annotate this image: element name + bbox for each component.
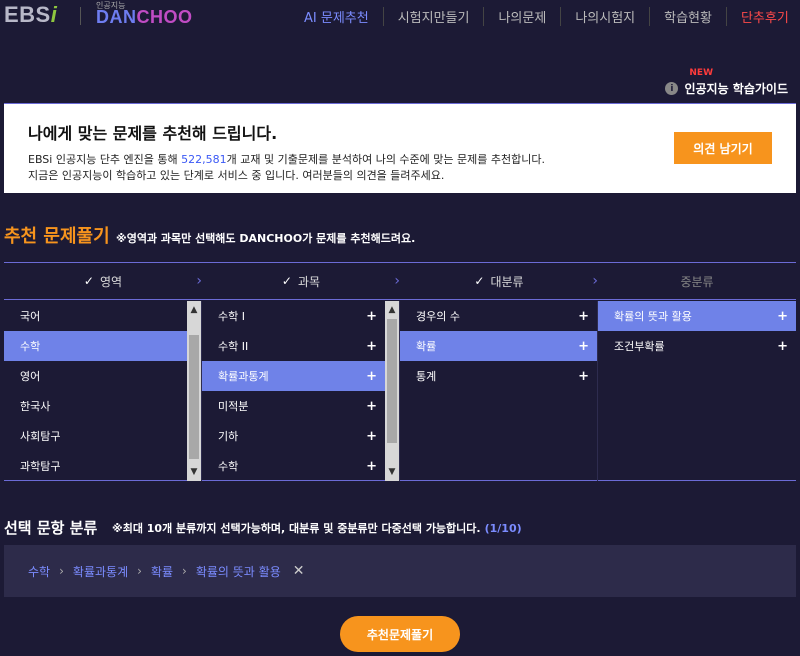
list-item[interactable]: 조건부확률 +	[598, 331, 796, 361]
plus-icon[interactable]: +	[366, 369, 377, 384]
nav-ai-recommend[interactable]: AI 문제추천	[290, 7, 383, 26]
ai-learning-guide-link[interactable]: i 인공지능 학습가이드	[665, 80, 788, 97]
list-item[interactable]: 영어	[4, 361, 187, 391]
list-item[interactable]: 기하 +	[202, 421, 385, 451]
selected-path: 수학 › 확률과통계 › 확률 › 확률의 뜻과 활용 ✕	[4, 545, 796, 597]
danchoo-logo[interactable]: DANCHOO	[96, 7, 193, 28]
minor-list: 확률의 뜻과 활용 + 조건부확률 +	[598, 301, 796, 481]
list-item[interactable]: 한국사	[4, 391, 187, 421]
area-list: 국어 수학 영어 한국사 사회탐구 과학탐구 ▲ ▼	[4, 301, 202, 481]
list-item[interactable]: 수학 +	[202, 451, 385, 481]
selected-note: ※최대 10개 분류까지 선택가능하며, 대분류 및 중분류만 다중선택 가능합…	[112, 522, 522, 535]
main-nav: AI 문제추천 시험지만들기 나의문제 나의시험지 학습현황 단추후기	[290, 6, 800, 26]
list-item[interactable]: 수학	[4, 331, 187, 361]
breadcrumb-item: 수학	[28, 564, 51, 579]
banner-notice: 지금은 인공지능이 학습하고 있는 단계로 서비스 중 입니다. 여러분들의 의…	[28, 169, 445, 182]
list-item[interactable]: 통계 +	[400, 361, 597, 391]
chevron-right-icon: ›	[137, 564, 142, 578]
chevron-right-icon: ›	[59, 564, 64, 578]
scroll-down-icon[interactable]: ▼	[187, 465, 201, 479]
list-item[interactable]: 확률 +	[400, 331, 597, 361]
list-item[interactable]: 경우의 수 +	[400, 301, 597, 331]
solve-recommended-button[interactable]: 추천문제풀기	[340, 616, 460, 652]
list-item[interactable]: 사회탐구	[4, 421, 187, 451]
plus-icon[interactable]: +	[366, 459, 377, 474]
list-item[interactable]: 국어	[4, 301, 187, 331]
banner-title: 나에게 맞는 문제를 추천해 드립니다.	[28, 124, 278, 143]
banner-description: EBSi 인공지능 단추 엔진을 통해 522,581개 교재 및 기출문제를 …	[28, 153, 545, 166]
plus-icon[interactable]: +	[366, 339, 377, 354]
breadcrumb-item: 확률	[150, 564, 174, 579]
nav-make-test[interactable]: 시험지만들기	[382, 6, 484, 26]
plus-icon[interactable]: +	[578, 309, 589, 324]
new-badge: NEW	[689, 68, 713, 78]
plus-icon[interactable]: +	[578, 369, 589, 384]
scroll-up-icon[interactable]: ▲	[187, 303, 201, 317]
list-item[interactable]: 확률의 뜻과 활용 +	[598, 301, 796, 331]
logo-divider	[80, 7, 81, 25]
category-columns: 국어 수학 영어 한국사 사회탐구 과학탐구 ▲ ▼ 수학 I + 수학 II + …	[4, 301, 796, 481]
section-note: ※영역과 과목만 선택해도 DANCHOO가 문제를 추천해드려요.	[116, 232, 416, 245]
plus-icon[interactable]: +	[366, 429, 377, 444]
info-icon: i	[665, 82, 679, 95]
step-subject[interactable]: ✓ 과목 ›	[202, 263, 400, 299]
check-icon: ✓	[83, 274, 94, 288]
plus-icon[interactable]: +	[777, 339, 788, 354]
scroll-down-icon[interactable]: ▼	[385, 465, 399, 479]
plus-icon[interactable]: +	[777, 309, 788, 324]
list-item[interactable]: 과학탐구	[4, 451, 187, 481]
scrollbar[interactable]: ▲ ▼	[385, 301, 399, 481]
nav-reviews[interactable]: 단추후기	[725, 6, 800, 26]
plus-icon[interactable]: +	[366, 309, 377, 324]
major-list: 경우의 수 + 확률 + 통계 +	[400, 301, 598, 481]
section-title: 추천 문제풀기	[4, 226, 110, 247]
ebsi-logo[interactable]: EBSi	[4, 2, 57, 28]
step-area[interactable]: ✓ 영역 ›	[4, 263, 202, 299]
list-item[interactable]: 미적분 +	[202, 391, 385, 421]
list-item[interactable]: 수학 II +	[202, 331, 385, 361]
scroll-thumb[interactable]	[189, 335, 199, 459]
scrollbar[interactable]: ▲ ▼	[187, 301, 201, 481]
selected-count: (1/10)	[484, 522, 522, 535]
scroll-up-icon[interactable]: ▲	[385, 303, 399, 317]
selected-title: 선택 문항 분류	[4, 519, 98, 537]
subject-list: 수학 I + 수학 II + 확률과통계 + 미적분 + 기하 + 수학 + ▲ ▼	[202, 301, 400, 481]
nav-learning-status[interactable]: 학습현황	[649, 6, 726, 26]
scroll-thumb[interactable]	[387, 319, 397, 443]
plus-icon[interactable]: +	[366, 399, 377, 414]
nav-my-problems[interactable]: 나의문제	[483, 6, 560, 26]
close-icon[interactable]: ✕	[293, 563, 305, 579]
step-header: ✓ 영역 › ✓ 과목 › ✓ 대분류 › 중분류	[4, 262, 796, 300]
list-item[interactable]: 수학 I +	[202, 301, 385, 331]
list-item[interactable]: 확률과통계 +	[202, 361, 385, 391]
chevron-right-icon: ›	[182, 564, 187, 578]
intro-banner: 나에게 맞는 문제를 추천해 드립니다. EBSi 인공지능 단추 엔진을 통해…	[4, 103, 796, 193]
check-icon: ✓	[474, 274, 485, 288]
problem-count: 522,581	[181, 153, 227, 166]
breadcrumb-item: 확률의 뜻과 활용	[195, 564, 281, 579]
step-major[interactable]: ✓ 대분류 ›	[400, 263, 598, 299]
check-icon: ✓	[281, 274, 292, 288]
guide-label: 인공지능 학습가이드	[684, 82, 788, 96]
top-bar: EBSi 인공지능 DANCHOO AI 문제추천 시험지만들기 나의문제 나의…	[0, 0, 800, 32]
plus-icon[interactable]: +	[578, 339, 589, 354]
breadcrumb-item: 확률과통계	[72, 564, 129, 579]
nav-my-tests[interactable]: 나의시험지	[560, 6, 649, 26]
feedback-button[interactable]: 의견 남기기	[674, 132, 772, 164]
step-minor[interactable]: 중분류	[598, 263, 796, 299]
